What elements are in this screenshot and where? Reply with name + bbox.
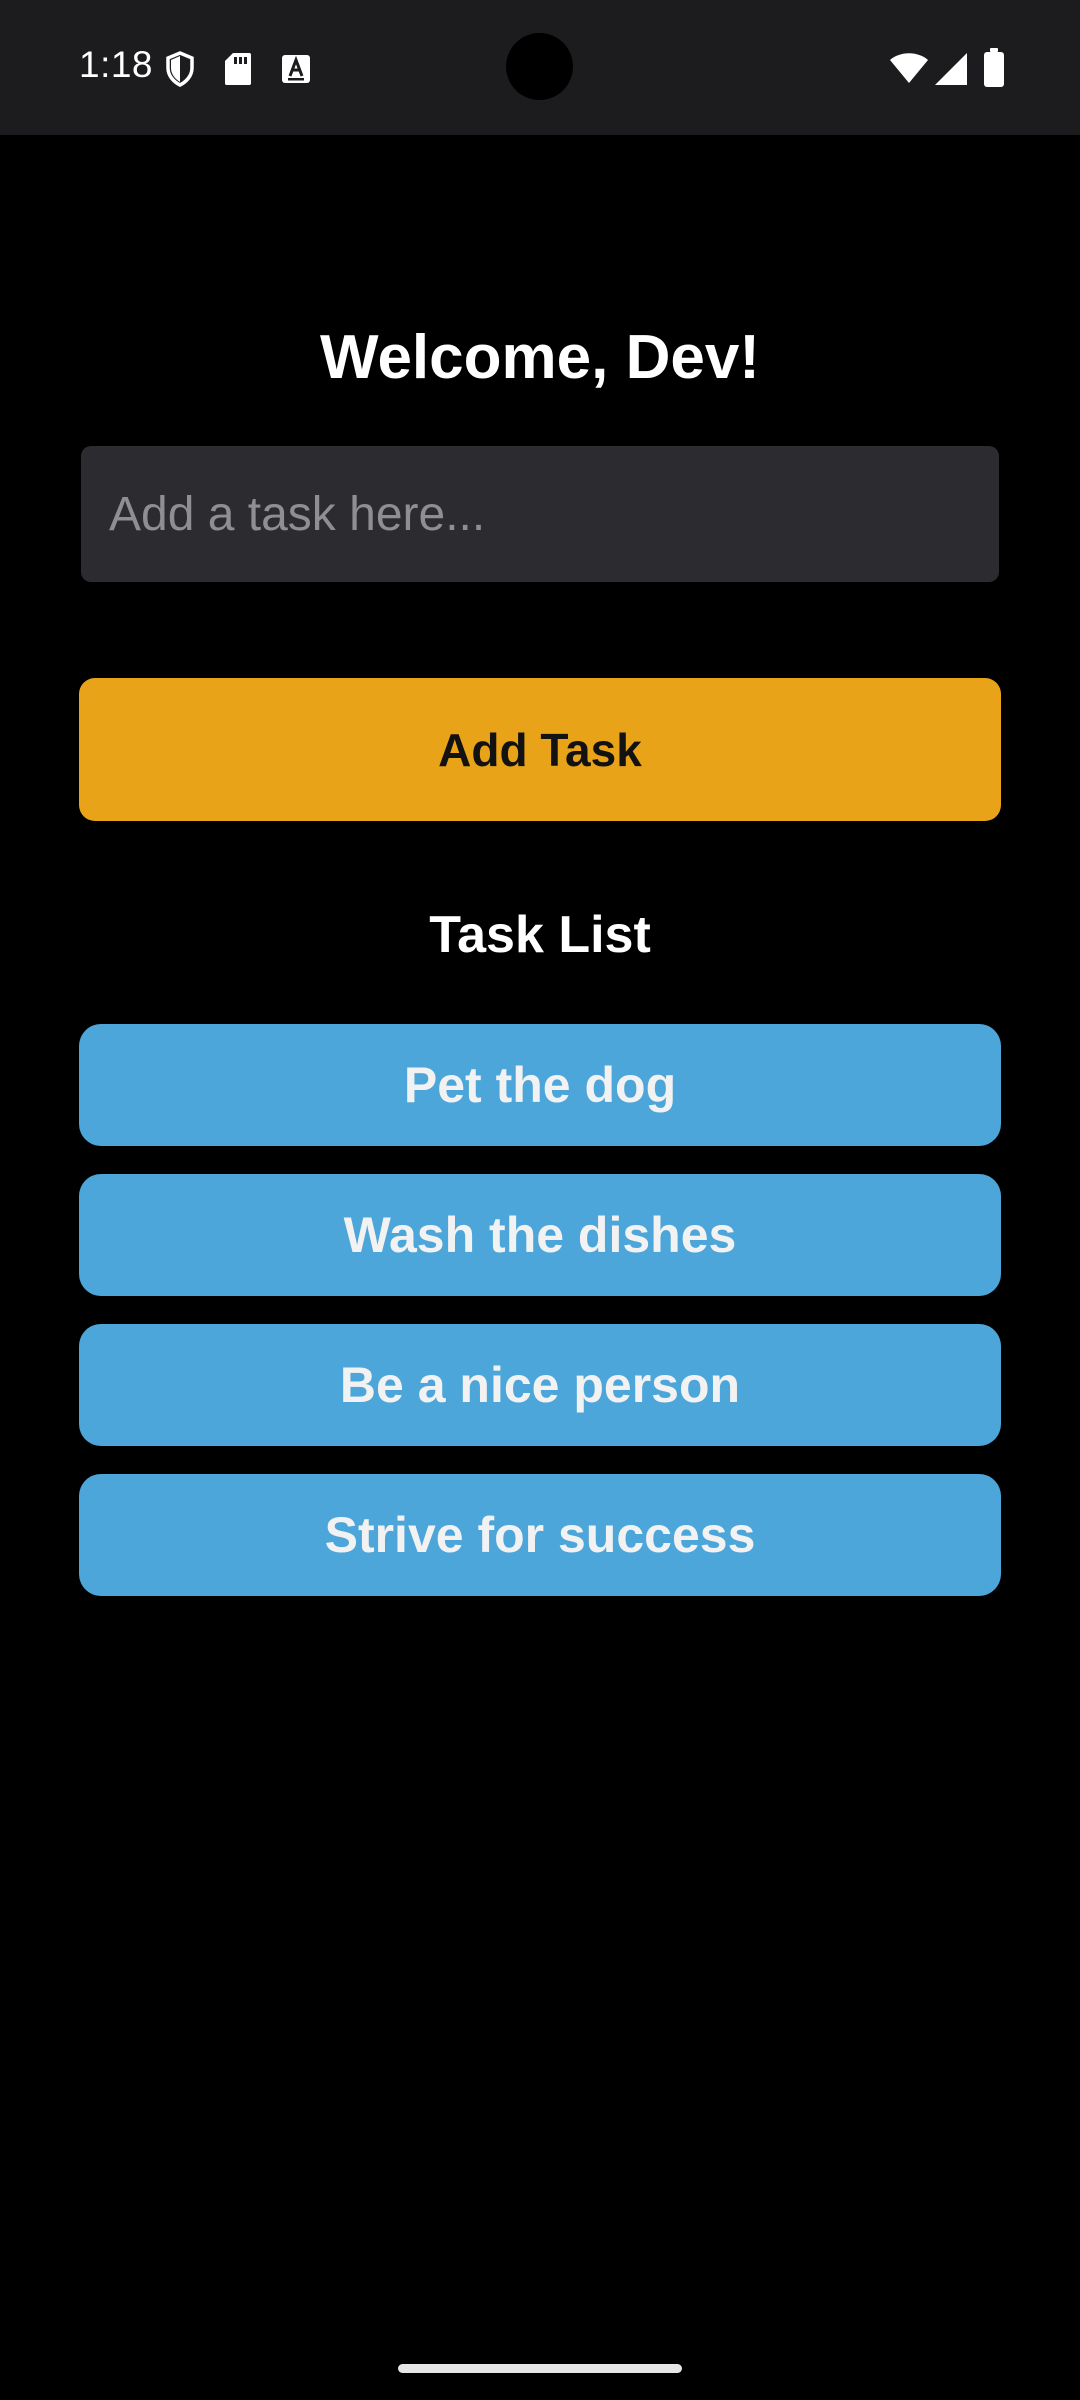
keyboard-a-icon (282, 55, 310, 83)
status-time: 1:18 (79, 44, 154, 85)
battery-icon (984, 48, 1004, 87)
home-indicator[interactable] (398, 2364, 682, 2373)
status-bar: 1:18 (0, 0, 1080, 135)
task-list: Pet the dog Wash the dishes Be a nice pe… (79, 1024, 1001, 1624)
welcome-heading: Welcome, Dev! (320, 323, 760, 392)
signal-icon (935, 53, 967, 85)
task-list-title: Task List (429, 906, 651, 964)
task-item[interactable]: Wash the dishes (79, 1174, 1001, 1296)
add-task-button[interactable]: Add Task (79, 678, 1001, 821)
shield-icon (166, 51, 194, 87)
wifi-icon (890, 53, 928, 83)
app-screen: 1:18 Welcome, Dev! Add a task here... Ad… (0, 0, 1080, 2400)
sd-card-icon (225, 53, 251, 85)
task-item[interactable]: Pet the dog (79, 1024, 1001, 1146)
task-item[interactable]: Strive for success (79, 1474, 1001, 1596)
task-item[interactable]: Be a nice person (79, 1324, 1001, 1446)
camera-cutout (506, 33, 573, 100)
task-input[interactable] (81, 446, 999, 582)
